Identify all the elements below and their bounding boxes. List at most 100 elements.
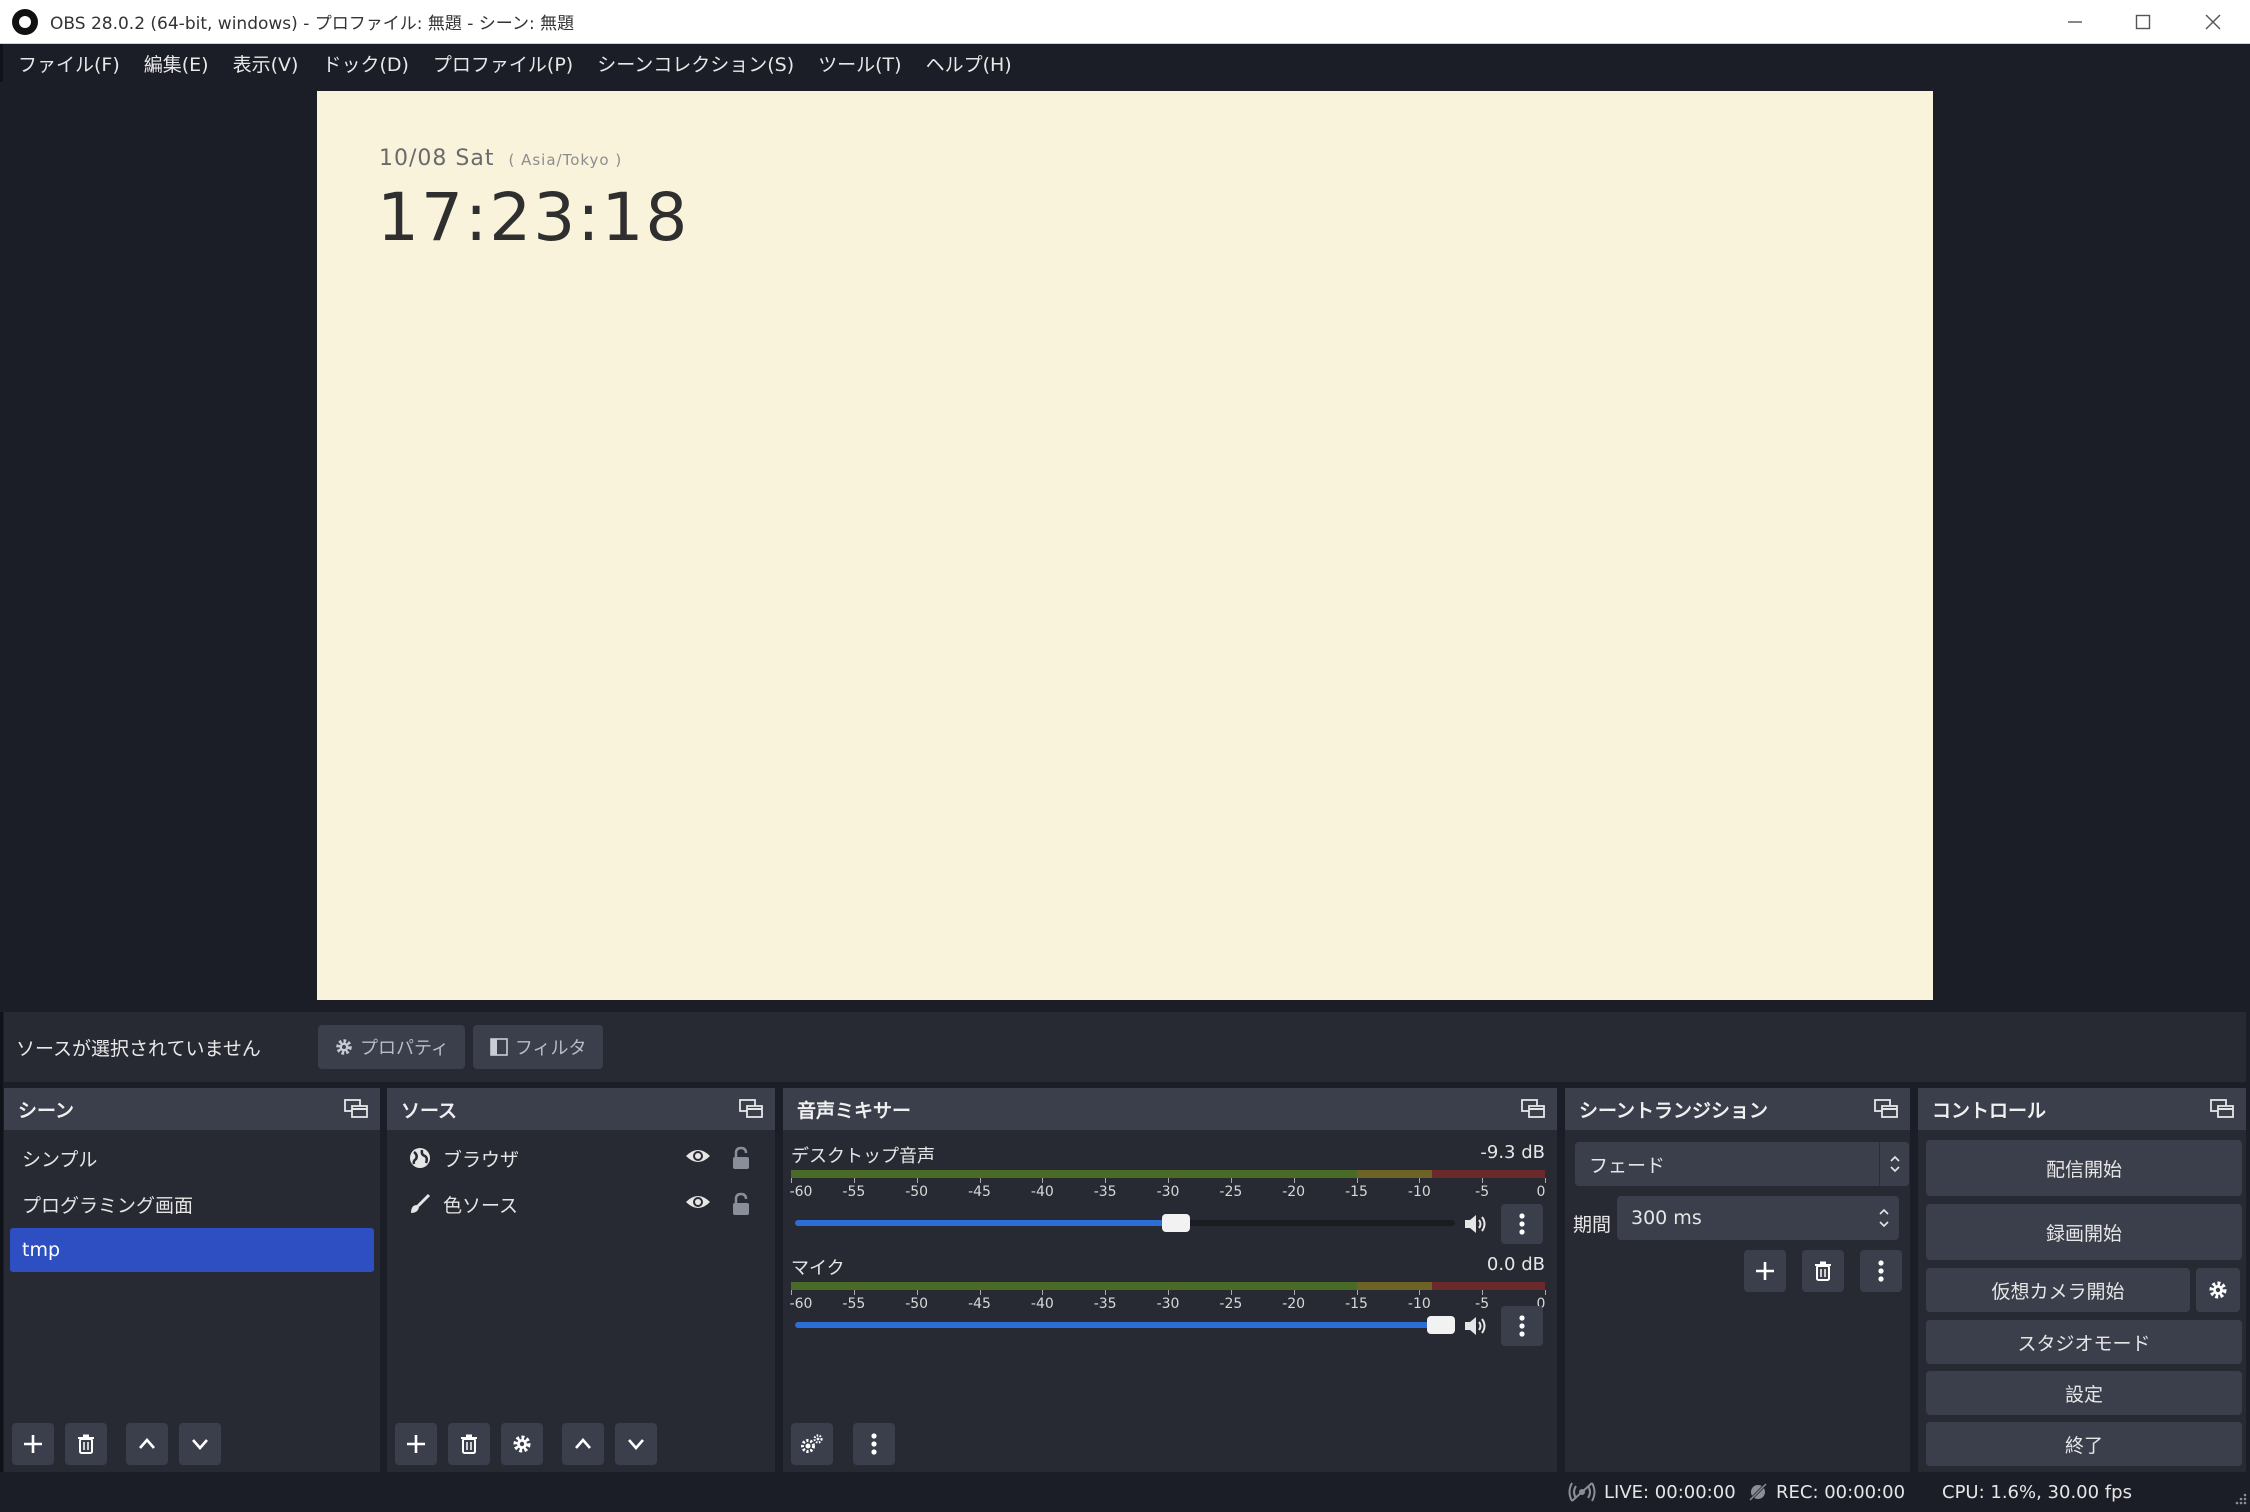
source-properties-button[interactable] — [501, 1423, 543, 1465]
menu-profile[interactable]: プロファイル(P) — [421, 50, 585, 77]
meter-tick — [979, 1178, 981, 1183]
meter-tick-label: -40 — [1030, 1184, 1054, 1200]
kebab-menu-icon — [1878, 1260, 1884, 1282]
transition-menu-button[interactable] — [1860, 1250, 1902, 1292]
kebab-menu-icon — [871, 1433, 877, 1455]
properties-label: プロパティ — [360, 1038, 449, 1059]
volume-meter — [791, 1170, 1545, 1178]
meter-tick — [1545, 1178, 1546, 1183]
meter-tick-label: -25 — [1219, 1296, 1243, 1312]
meter-tick-label: -50 — [905, 1296, 929, 1312]
scene-item[interactable]: シンプル — [10, 1136, 374, 1180]
controls-dock: コントロール 配信開始 録画開始 仮想カメラ開始 スタジオモード 設定 終了 — [1918, 1088, 2246, 1472]
lock-icon[interactable] — [731, 1192, 751, 1221]
spin-arrows-icon[interactable] — [1869, 1196, 1899, 1240]
meter-segment — [791, 1282, 1357, 1290]
remove-scene-button[interactable] — [65, 1423, 107, 1465]
add-source-button[interactable] — [395, 1423, 437, 1465]
channel-menu-button[interactable] — [1501, 1204, 1543, 1244]
menu-help[interactable]: ヘルプ(H) — [914, 50, 1024, 77]
exit-button[interactable]: 終了 — [1926, 1422, 2242, 1466]
menu-scene-collection[interactable]: シーンコレクション(S) — [585, 50, 806, 77]
move-source-down-button[interactable] — [615, 1423, 657, 1465]
close-button[interactable] — [2178, 0, 2248, 44]
chevron-down-icon — [628, 1439, 644, 1450]
minimize-button[interactable] — [2040, 0, 2110, 44]
eye-icon[interactable] — [685, 1147, 711, 1170]
scene-item[interactable]: プログラミング画面 — [10, 1182, 374, 1226]
mixer-toolbar — [791, 1422, 906, 1466]
rec-time: REC: 00:00:00 — [1776, 1481, 1906, 1503]
mixer-channel-desktop: デスクトップ音声 -9.3 dB -60 -55 -50 -45 -40 -35 -30 -2… — [790, 1142, 1547, 1244]
remove-source-button[interactable] — [448, 1423, 490, 1465]
recording-off-icon — [1748, 1482, 1768, 1502]
preview-area[interactable]: 10/08 Sat ( Asia/Tokyo ) 17:23:18 — [0, 82, 2250, 1012]
lock-icon[interactable] — [731, 1146, 751, 1175]
gear-icon — [2209, 1281, 2227, 1299]
maximize-button[interactable] — [2108, 0, 2178, 44]
preview-canvas[interactable]: 10/08 Sat ( Asia/Tokyo ) 17:23:18 — [317, 91, 1933, 1000]
gears-icon — [801, 1434, 823, 1453]
menu-edit[interactable]: 編集(E) — [132, 50, 221, 77]
trash-icon — [1815, 1261, 1831, 1281]
volume-slider[interactable] — [795, 1214, 1455, 1232]
chevron-up-icon — [575, 1438, 591, 1449]
properties-button[interactable]: プロパティ — [318, 1025, 465, 1069]
undock-icon[interactable] — [2210, 1099, 2234, 1119]
live-time: LIVE: 00:00:00 — [1604, 1481, 1736, 1503]
settings-button[interactable]: 設定 — [1926, 1371, 2242, 1415]
undock-icon[interactable] — [1874, 1099, 1898, 1119]
meter-tick — [1356, 1290, 1358, 1295]
advanced-audio-button[interactable] — [791, 1423, 833, 1465]
context-bar: ソースが選択されていません プロパティ フィルタ — [4, 1012, 2246, 1082]
mixer-channel-mic: マイク 0.0 dB -60 -55 -50 -45 -40 -35 -30 -25 -20 -1… — [790, 1254, 1547, 1354]
volume-slider[interactable] — [795, 1316, 1455, 1334]
trash-icon — [78, 1434, 94, 1454]
add-scene-button[interactable] — [12, 1423, 54, 1465]
speaker-icon[interactable] — [1463, 1212, 1491, 1240]
meter-tick — [1168, 1290, 1169, 1295]
source-item[interactable]: ブラウザ — [393, 1136, 769, 1180]
eye-icon[interactable] — [685, 1193, 711, 1216]
menu-file[interactable]: ファイル(F) — [6, 50, 132, 77]
undock-icon[interactable] — [739, 1099, 763, 1119]
move-scene-up-button[interactable] — [126, 1423, 168, 1465]
slider-knob[interactable] — [1427, 1316, 1455, 1334]
start-recording-button[interactable]: 録画開始 — [1926, 1204, 2242, 1260]
transition-selected: フェード — [1589, 1154, 1666, 1177]
meter-segment — [1356, 1170, 1432, 1178]
menu-view[interactable]: 表示(V) — [221, 50, 311, 77]
transitions-dock-header: シーントランジション — [1565, 1088, 1910, 1130]
globe-icon — [407, 1145, 433, 1171]
resize-grip-icon[interactable] — [2234, 1491, 2248, 1510]
menu-tools[interactable]: ツール(T) — [806, 50, 913, 77]
slider-knob[interactable] — [1162, 1214, 1190, 1232]
add-transition-button[interactable] — [1744, 1250, 1786, 1292]
studio-mode-button[interactable]: スタジオモード — [1926, 1320, 2242, 1364]
undock-icon[interactable] — [1521, 1099, 1545, 1119]
scene-item-selected[interactable]: tmp — [10, 1228, 374, 1272]
start-virtual-camera-button[interactable]: 仮想カメラ開始 — [1926, 1268, 2190, 1312]
meter-tick — [1042, 1178, 1044, 1183]
meter-tick — [1545, 1290, 1546, 1295]
move-source-up-button[interactable] — [562, 1423, 604, 1465]
clock-time: 17:23:18 — [377, 179, 690, 256]
menu-dock[interactable]: ドック(D) — [310, 50, 420, 77]
meter-segment — [1356, 1282, 1432, 1290]
gear-icon — [334, 1037, 354, 1057]
duration-spinbox[interactable]: 300 ms — [1617, 1196, 1899, 1240]
sources-toolbar — [395, 1422, 668, 1466]
cpu-status: CPU: 1.6%, 30.00 fps — [1942, 1481, 2132, 1503]
virtual-camera-settings-button[interactable] — [2196, 1268, 2240, 1312]
move-scene-down-button[interactable] — [179, 1423, 221, 1465]
streaming-off-icon — [1568, 1481, 1596, 1503]
undock-icon[interactable] — [344, 1099, 368, 1119]
start-streaming-button[interactable]: 配信開始 — [1926, 1140, 2242, 1196]
mixer-menu-button[interactable] — [853, 1423, 895, 1465]
speaker-icon[interactable] — [1463, 1314, 1491, 1342]
source-item[interactable]: 色ソース — [393, 1182, 769, 1226]
transition-select[interactable]: フェード — [1575, 1142, 1909, 1186]
channel-menu-button[interactable] — [1501, 1306, 1543, 1346]
remove-transition-button[interactable] — [1802, 1250, 1844, 1292]
filters-button[interactable]: フィルタ — [472, 1025, 603, 1069]
